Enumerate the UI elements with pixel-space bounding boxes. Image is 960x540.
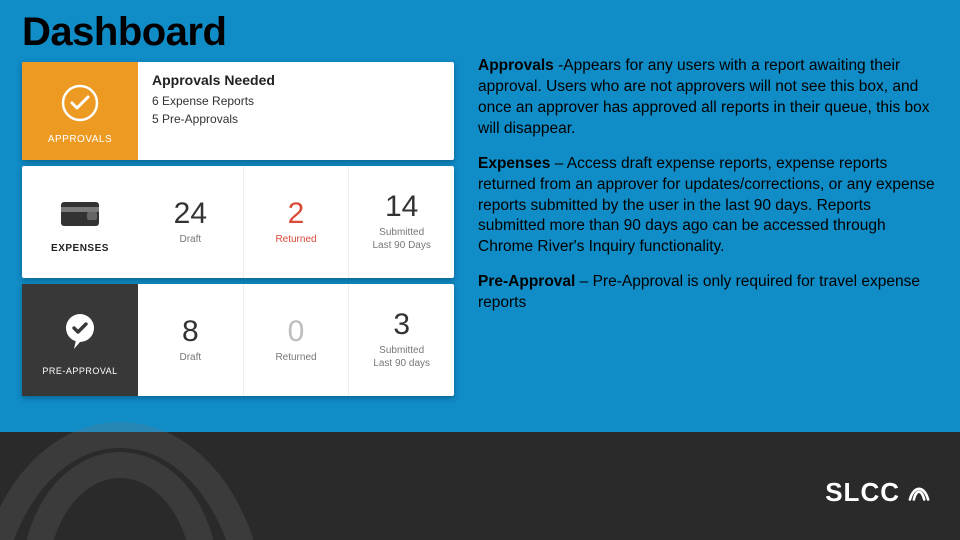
preapproval-desc-title: Pre-Approval xyxy=(478,273,575,290)
approvals-line-0: 6 Expense Reports xyxy=(152,94,442,108)
expenses-label-col: EXPENSES xyxy=(22,166,138,278)
approvals-desc-title: Approvals xyxy=(478,57,554,74)
expenses-card: EXPENSES 24 Draft 2 Returned 14 Submitte… xyxy=(22,166,454,278)
metric-value: 2 xyxy=(288,197,305,231)
approvals-body: Approvals Needed 6 Expense Reports 5 Pre… xyxy=(138,62,454,160)
expenses-metric-returned: 2 Returned xyxy=(243,166,349,278)
metric-value: 14 xyxy=(385,190,418,224)
speech-check-icon xyxy=(60,311,100,356)
approvals-card: APPROVALS Approvals Needed 6 Expense Rep… xyxy=(22,62,454,160)
expenses-desc-title: Expenses xyxy=(478,155,550,172)
approvals-description: Approvals -Appears for any users with a … xyxy=(478,56,938,140)
metric-label: Returned xyxy=(275,351,316,364)
metric-value: 8 xyxy=(182,315,199,349)
expenses-metric-draft: 24 Draft xyxy=(138,166,243,278)
dashboard-screenshot: APPROVALS Approvals Needed 6 Expense Rep… xyxy=(22,62,454,396)
description-column: Approvals -Appears for any users with a … xyxy=(478,56,938,328)
page-title: Dashboard xyxy=(22,10,226,55)
metric-label: Draft xyxy=(180,233,202,246)
preapproval-description: Pre-Approval – Pre-Approval is only requ… xyxy=(478,272,938,314)
metric-label: Returned xyxy=(275,233,316,246)
metric-label: Submitted Last 90 days xyxy=(373,344,430,370)
footer-swirl-icon xyxy=(0,360,280,540)
expenses-metric-submitted: 14 Submitted Last 90 Days xyxy=(348,166,454,278)
metric-value: 3 xyxy=(393,308,410,342)
brand-text: SLCC xyxy=(825,477,900,508)
wallet-icon xyxy=(59,196,101,233)
approvals-heading: Approvals Needed xyxy=(152,72,442,88)
slide: Dashboard APPROVALS Approvals Needed 6 E… xyxy=(0,0,960,540)
footer: SLCC xyxy=(0,432,960,540)
approvals-line-1: 5 Pre-Approvals xyxy=(152,112,442,126)
check-circle-icon xyxy=(60,83,100,128)
expenses-label: EXPENSES xyxy=(51,243,109,254)
expenses-metrics: 24 Draft 2 Returned 14 Submitted Last 90… xyxy=(138,166,454,278)
metric-value: 24 xyxy=(174,197,207,231)
approvals-label: APPROVALS xyxy=(48,134,112,145)
expenses-description: Expenses – Access draft expense reports,… xyxy=(478,154,938,259)
brand-swirl-icon xyxy=(906,480,932,506)
preapproval-metric-submitted: 3 Submitted Last 90 days xyxy=(348,284,454,396)
approvals-label-col: APPROVALS xyxy=(22,62,138,160)
metric-value: 0 xyxy=(288,315,305,349)
metric-label: Submitted Last 90 Days xyxy=(372,226,430,252)
brand: SLCC xyxy=(825,477,932,508)
